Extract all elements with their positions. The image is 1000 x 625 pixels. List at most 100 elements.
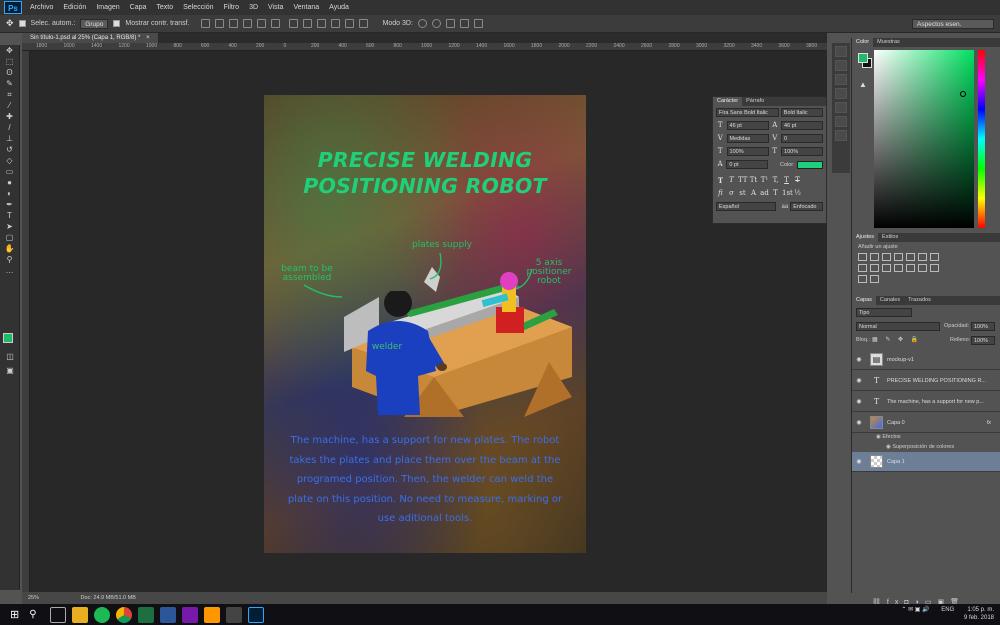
screen-mode-icon[interactable]: ▣ (4, 365, 16, 376)
menu-texto[interactable]: Texto (151, 4, 178, 11)
superscript-button[interactable]: T¹ (760, 176, 769, 185)
gradient-map-icon[interactable] (858, 275, 867, 283)
distribute-bottom-icon[interactable] (316, 19, 326, 28)
foreground-color-swatch[interactable] (3, 333, 13, 343)
hand-tool-icon[interactable]: ✋ (4, 243, 16, 254)
text-color-swatch[interactable] (796, 160, 823, 169)
eraser-tool-icon[interactable]: ◇ (4, 155, 16, 166)
slide-3d-icon[interactable] (459, 19, 469, 28)
chrome-icon[interactable] (115, 606, 132, 623)
subscript-button[interactable]: T, (771, 176, 780, 185)
tracking-field[interactable]: 0 (781, 134, 823, 143)
visibility-eye-icon[interactable]: ◉ (852, 419, 866, 426)
history-brush-tool-icon[interactable]: ↺ (4, 144, 16, 155)
ordinal-superscript-button[interactable]: 1st (782, 189, 793, 198)
pen-tool-icon[interactable]: ✒ (4, 199, 16, 210)
task-view-icon[interactable] (49, 606, 66, 623)
hue-slider[interactable] (978, 50, 985, 228)
all-caps-button[interactable]: TT (738, 176, 747, 185)
drag-3d-icon[interactable] (445, 19, 455, 28)
word-icon[interactable] (159, 606, 176, 623)
color-balance-icon[interactable] (930, 253, 939, 261)
align-bottom-icon[interactable] (228, 19, 238, 28)
lasso-tool-icon[interactable]: ʘ (4, 67, 16, 78)
layer-row-selected[interactable]: ◉ Capa 1 (852, 452, 1000, 472)
brightness-icon[interactable] (858, 253, 867, 261)
clock-time[interactable]: 1:05 p. m. (964, 606, 994, 614)
excel-icon[interactable] (137, 606, 154, 623)
alt-ligatures-button[interactable]: σ (727, 189, 736, 198)
effect-item-row[interactable]: ◉ Superposición de colores (886, 444, 954, 450)
properties-panel-icon[interactable] (835, 60, 847, 71)
shape-tool-icon[interactable]: ▢ (4, 232, 16, 243)
color-lookup-icon[interactable] (894, 264, 903, 272)
scale-3d-icon[interactable] (473, 19, 483, 28)
roll-3d-icon[interactable] (431, 19, 441, 28)
more-tools-icon[interactable]: … (4, 265, 16, 276)
zoom-tool-icon[interactable]: ⚲ (4, 254, 16, 265)
healing-brush-tool-icon[interactable]: ✚ (4, 111, 16, 122)
selective-color-icon[interactable] (870, 275, 879, 283)
exposure-icon[interactable] (894, 253, 903, 261)
color-picker-field[interactable] (874, 50, 974, 228)
visibility-eye-icon[interactable]: ◉ (852, 398, 866, 405)
layer-filter-kind[interactable]: Tipo (856, 308, 912, 317)
underline-button[interactable]: T (782, 176, 791, 185)
move-tool-icon[interactable]: ✥ (6, 18, 14, 29)
stylistic-button[interactable]: st (738, 189, 747, 198)
levels-icon[interactable] (870, 253, 879, 261)
menu-vista[interactable]: Vista (263, 4, 288, 11)
vertical-scale-field[interactable]: 100% (726, 147, 769, 156)
distribute-center-icon[interactable] (344, 19, 354, 28)
clone-stamp-tool-icon[interactable]: ⊥ (4, 133, 16, 144)
kerning-field[interactable]: Medidas (726, 134, 769, 143)
tab-ajustes[interactable]: Ajustes (852, 233, 879, 242)
language-indicator[interactable]: ENG (941, 607, 954, 613)
opacity-field[interactable]: 100% (971, 322, 995, 331)
workspace-dropdown[interactable]: Aspectos esen. (912, 19, 994, 29)
path-select-tool-icon[interactable]: ➤ (4, 221, 16, 232)
fx-badge[interactable]: fx (987, 420, 991, 426)
font-family-select[interactable]: Fira Sans Bold Italic (716, 108, 779, 117)
titling-button[interactable]: ad (760, 189, 769, 198)
warning-icon[interactable]: ▲ (859, 80, 867, 89)
windows-start-icon[interactable]: ⊞ (10, 608, 19, 621)
visibility-eye-icon[interactable]: ◉ (852, 377, 866, 384)
distribute-top-icon[interactable] (288, 19, 298, 28)
menu-edicion[interactable]: Edición (58, 4, 91, 11)
rotate-3d-icon[interactable] (417, 19, 427, 28)
curves-icon[interactable] (882, 253, 891, 261)
tray-icons[interactable]: ⌃ ✉ ▣ 🔊 (901, 607, 929, 613)
show-transform-checkbox[interactable] (113, 20, 121, 27)
blend-mode-select[interactable]: Normal (856, 322, 940, 331)
small-caps-button[interactable]: Tt (749, 176, 758, 185)
gradient-tool-icon[interactable]: ▭ (4, 166, 16, 177)
photoshop-taskbar-icon[interactable] (247, 606, 264, 623)
tab-color[interactable]: Color (852, 38, 874, 47)
align-top-icon[interactable] (200, 19, 210, 28)
menu-archivo[interactable]: Archivo (25, 4, 58, 11)
faux-bold-button[interactable]: T (716, 176, 725, 185)
tab-canales[interactable]: Canales (876, 296, 904, 305)
align-right-icon[interactable] (270, 19, 280, 28)
marquee-tool-icon[interactable]: ⬚ (4, 56, 16, 67)
search-icon[interactable]: ⚲ (29, 609, 36, 620)
leading-field[interactable]: 46 pt (781, 121, 823, 130)
zoom-level[interactable]: 25% (28, 595, 39, 601)
layer-row[interactable]: ◉ ▤ mockup-v1 (852, 350, 1000, 370)
character-panel-icon[interactable] (835, 102, 847, 113)
brush-panel-icon[interactable] (835, 74, 847, 85)
channel-mixer-icon[interactable] (882, 264, 891, 272)
threshold-icon[interactable] (930, 264, 939, 272)
move-tool-icon[interactable]: ✥ (4, 45, 16, 56)
history-panel-icon[interactable] (835, 46, 847, 57)
blur-tool-icon[interactable]: ● (4, 177, 16, 188)
close-icon[interactable]: × (146, 35, 150, 41)
posterize-icon[interactable] (918, 264, 927, 272)
visibility-eye-icon[interactable]: ◉ (852, 458, 866, 465)
glyphs-panel-icon[interactable] (835, 130, 847, 141)
tab-estilos[interactable]: Estilos (878, 233, 902, 242)
font-style-select[interactable]: Bold Italic (780, 108, 823, 117)
distribute-left-icon[interactable] (330, 19, 340, 28)
poster-canvas[interactable]: PRECISE WELDING POSITIONING ROBOT plates… (264, 95, 586, 553)
